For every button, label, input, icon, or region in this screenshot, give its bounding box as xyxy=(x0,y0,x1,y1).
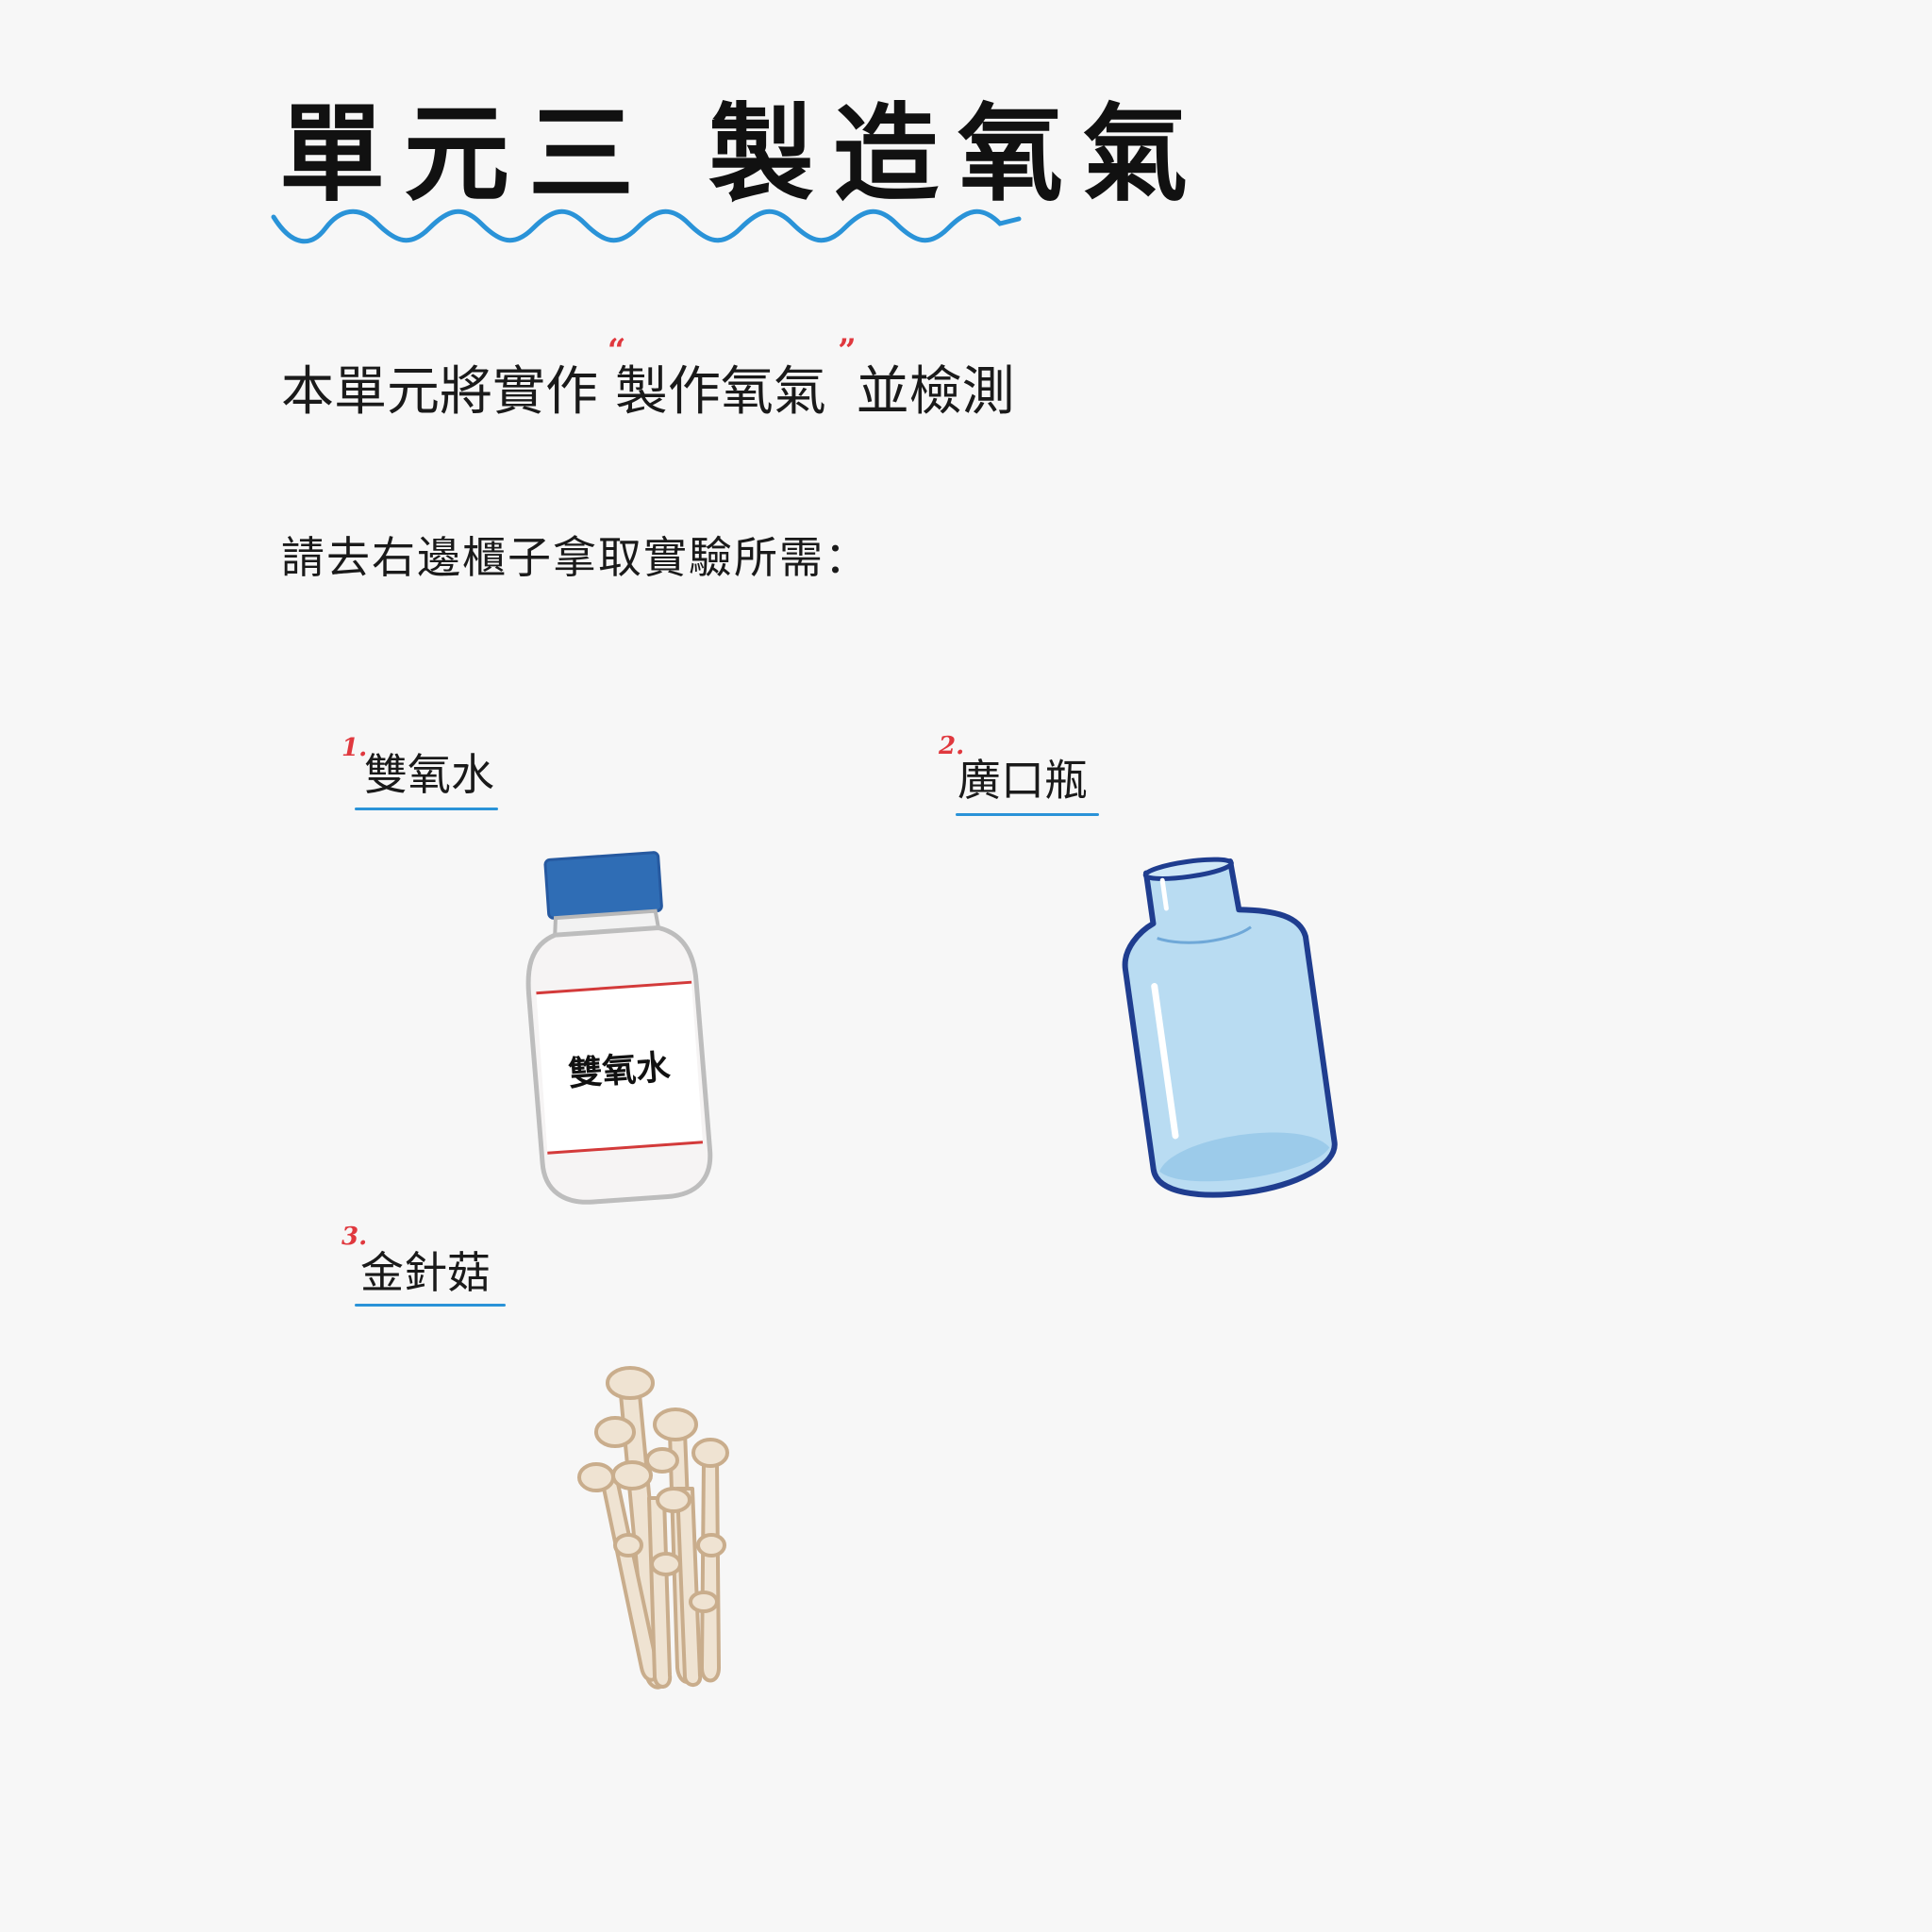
intro-after: 並檢測 xyxy=(856,361,1015,423)
item-label: 雙氧水 xyxy=(364,749,494,800)
intro-sentence: 本單元將實作 “ 製作氧氣 ” 並檢測 xyxy=(281,335,1015,419)
wide-mouth-jar-icon xyxy=(1122,857,1338,1198)
open-quote-mark: “ xyxy=(607,332,626,370)
intro-quoted: 製作氧氣 xyxy=(614,361,826,423)
intro-before: 本單元將實作 xyxy=(281,361,598,423)
bottle-label-text: 雙氧水 xyxy=(567,1047,673,1094)
item-underline xyxy=(355,808,498,810)
intro-quoted-wrapper: “ 製作氧氣 ” xyxy=(608,335,857,423)
item-label: 廣口瓶 xyxy=(958,755,1088,806)
enoki-mushroom-icon xyxy=(577,1366,729,1690)
hydrogen-peroxide-bottle-icon: 雙氧水 xyxy=(525,851,713,1205)
close-quote-mark: ” xyxy=(838,332,857,370)
item-underline xyxy=(355,1304,506,1307)
item-underline xyxy=(956,813,1099,816)
page-title: 單元三 製造氧氣 xyxy=(279,92,1207,216)
title-wave-underline xyxy=(271,208,1022,244)
item-label: 金針菇 xyxy=(360,1247,491,1298)
instruction-text: 請去右邊櫃子拿取實驗所需： xyxy=(281,532,870,583)
